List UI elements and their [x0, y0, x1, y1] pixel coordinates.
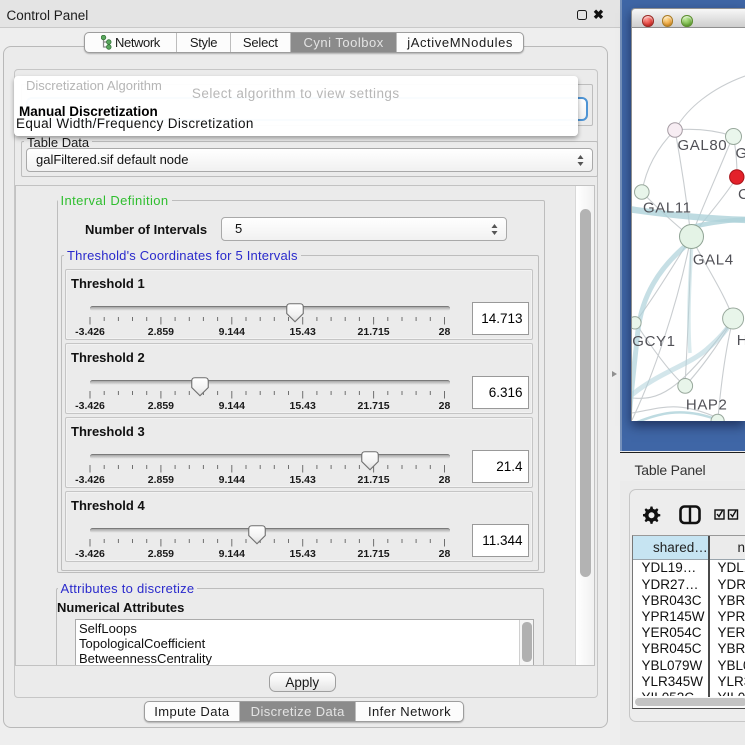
svg-text:G.: G.	[736, 145, 745, 162]
svg-text:C: C	[738, 186, 745, 203]
svg-text:GAL11: GAL11	[643, 199, 692, 216]
svg-text:HAP2: HAP2	[686, 396, 728, 413]
svg-text:GAL4: GAL4	[693, 251, 734, 268]
svg-text:H: H	[737, 332, 745, 349]
svg-text:GAL80: GAL80	[678, 137, 728, 154]
svg-text:GCY1: GCY1	[632, 332, 675, 349]
